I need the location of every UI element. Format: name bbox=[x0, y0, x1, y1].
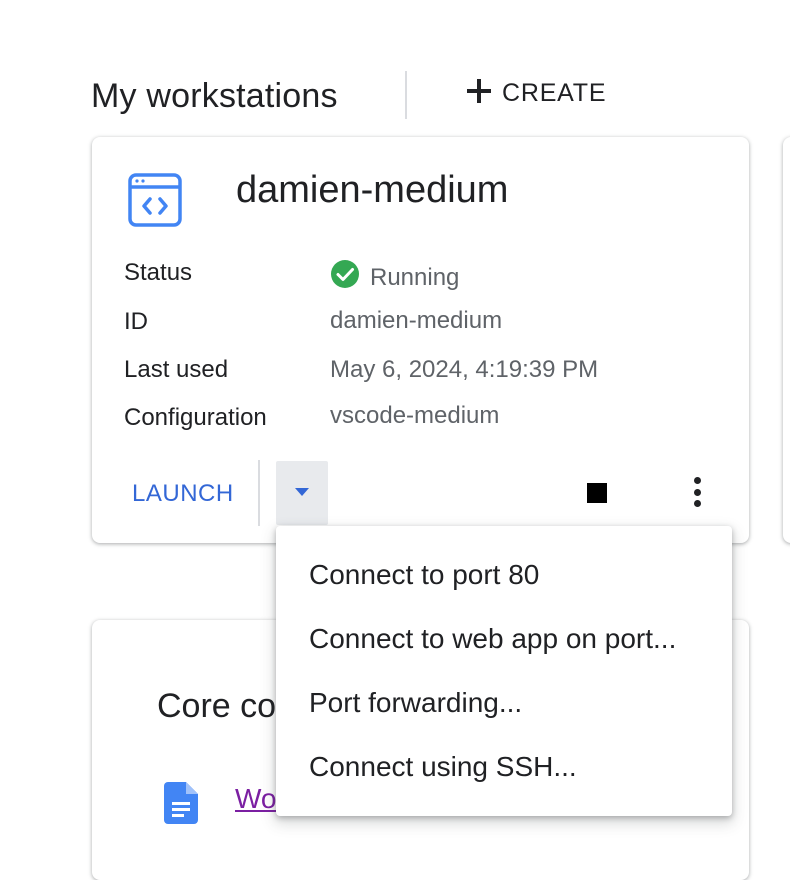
menu-item-port-forwarding[interactable]: Port forwarding... bbox=[276, 671, 732, 735]
actions-divider bbox=[258, 460, 260, 526]
caret-down-icon bbox=[294, 484, 310, 502]
status-value-group: Running bbox=[330, 259, 459, 296]
stop-icon[interactable] bbox=[587, 483, 607, 503]
last-used-row: Last used May 6, 2024, 4:19:39 PM bbox=[124, 356, 598, 384]
id-value: damien-medium bbox=[330, 306, 503, 334]
status-value: Running bbox=[370, 263, 460, 291]
menu-item-connect-ssh[interactable]: Connect using SSH... bbox=[276, 735, 732, 799]
status-row: Status Running bbox=[124, 259, 459, 296]
header-divider bbox=[405, 71, 407, 119]
code-window-icon bbox=[128, 173, 182, 232]
more-vert-icon[interactable] bbox=[687, 477, 707, 507]
launch-options-dropdown-button[interactable] bbox=[276, 461, 328, 525]
check-circle-icon bbox=[330, 259, 360, 296]
plus-icon bbox=[466, 78, 492, 109]
doc-link[interactable]: Wo bbox=[235, 783, 277, 815]
last-used-value: May 6, 2024, 4:19:39 PM bbox=[330, 356, 599, 383]
id-label: ID bbox=[124, 308, 148, 335]
launch-options-menu: Connect to port 80 Connect to web app on… bbox=[276, 526, 732, 816]
menu-item-connect-web-app[interactable]: Connect to web app on port... bbox=[276, 607, 732, 671]
workstation-card: damien-medium Status Running ID damien-m… bbox=[92, 137, 749, 543]
id-row: ID damien-medium bbox=[124, 306, 503, 336]
create-button-label: CREATE bbox=[502, 79, 607, 107]
configuration-value: vscode-medium bbox=[330, 402, 500, 429]
next-workstation-card bbox=[783, 137, 790, 543]
configuration-row: Configuration vscode-medium bbox=[124, 402, 499, 432]
page-title: My workstations bbox=[91, 76, 338, 115]
configuration-label: Configuration bbox=[124, 404, 267, 431]
page-header: My workstations bbox=[91, 72, 338, 120]
menu-item-connect-port-80[interactable]: Connect to port 80 bbox=[276, 543, 732, 607]
last-used-label: Last used bbox=[124, 356, 229, 383]
core-concepts-title: Core co bbox=[157, 687, 277, 725]
create-button[interactable]: CREATE bbox=[466, 78, 606, 109]
launch-button[interactable]: LAUNCH bbox=[132, 480, 234, 508]
document-icon bbox=[164, 782, 198, 829]
workstation-name: damien-medium bbox=[236, 169, 509, 211]
status-label: Status bbox=[124, 259, 193, 286]
